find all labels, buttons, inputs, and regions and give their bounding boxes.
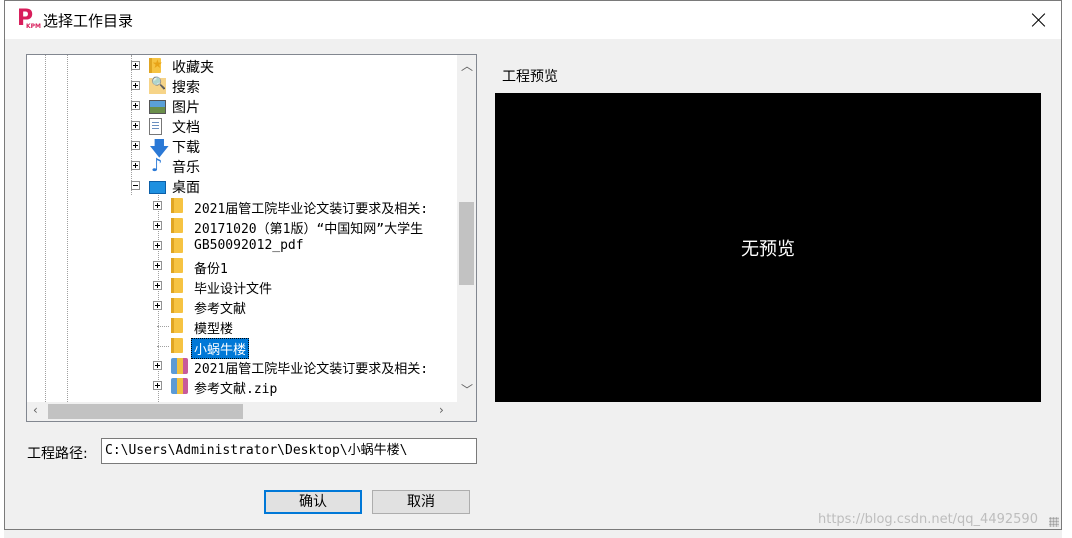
tree-item[interactable]: 小蜗牛楼 — [27, 336, 458, 359]
tree-item-label: 图片 — [172, 100, 200, 116]
scroll-right-icon[interactable]: › — [439, 403, 444, 417]
scroll-up-icon[interactable]: ︿ — [461, 57, 473, 74]
expand-plus-icon[interactable] — [131, 101, 140, 110]
desktop-icon — [149, 181, 166, 194]
tree-item-label: 备份1 — [194, 262, 228, 277]
tree-item-label: 20171020（第1版）“中国知网”大学生 — [194, 222, 424, 237]
tree-item-label: GB50092012_pdf — [194, 238, 304, 253]
documents-icon — [149, 118, 162, 135]
expand-plus-icon[interactable] — [153, 361, 162, 370]
path-input[interactable]: C:\Users\Administrator\Desktop\小蜗牛楼\ — [101, 438, 477, 464]
folder-icon — [171, 198, 183, 213]
scroll-down-icon[interactable]: ﹀ — [461, 381, 473, 398]
folder-icon — [171, 218, 183, 233]
tree-item[interactable]: 模型楼 — [27, 316, 458, 337]
downloads-arrow-icon — [149, 134, 170, 168]
tree-item[interactable]: 音乐 — [27, 155, 458, 176]
no-preview-text: 无预览 — [741, 239, 795, 260]
expand-plus-icon[interactable] — [153, 301, 162, 310]
pictures-icon — [149, 100, 166, 114]
vertical-scrollbar[interactable]: ︿ ﹀ — [457, 55, 476, 402]
preview-label: 工程预览 — [502, 69, 558, 85]
zip-archive-icon — [171, 358, 188, 374]
tree-item[interactable]: 图片 — [27, 96, 458, 116]
zip-archive-icon — [171, 378, 188, 394]
tree-item[interactable]: 2021届管工院毕业论文装订要求及相关: — [27, 356, 458, 377]
tree-branch-line — [157, 346, 169, 347]
folder-icon — [171, 238, 183, 253]
search-folder-icon — [149, 76, 166, 94]
folder-icon — [171, 338, 183, 353]
tree-item[interactable]: 下载 — [27, 134, 458, 168]
expand-plus-icon[interactable] — [131, 81, 140, 90]
tree-item[interactable]: 文档 — [27, 116, 458, 136]
expand-plus-icon[interactable] — [153, 241, 162, 250]
expand-plus-icon[interactable] — [153, 261, 162, 270]
preview-panel: 无预览 — [495, 93, 1041, 402]
tree-item-label: 文档 — [172, 120, 200, 136]
window-title: 选择工作目录 — [43, 12, 134, 30]
folder-icon — [171, 258, 183, 273]
tree-item[interactable]: GB50092012_pdf — [27, 236, 458, 256]
tree-item-label: 音乐 — [172, 160, 200, 176]
background-page-right — [1062, 0, 1072, 538]
expand-plus-icon[interactable] — [153, 281, 162, 290]
tree-item-label: 参考文献.zip — [194, 382, 278, 397]
tree-item-label: 下载 — [172, 140, 200, 156]
select-workdir-dialog: P KPM 选择工作目录 收藏夹搜索图片文档下载音乐桌面 2021届管工院毕业论文… — [4, 0, 1062, 530]
watermark-text: https://blog.csdn.net/qq_4492590 — [818, 512, 1038, 527]
tree-item-label: 搜索 — [172, 80, 200, 96]
path-label: 工程路径: — [27, 446, 88, 462]
folder-icon — [171, 298, 183, 313]
tree-item[interactable]: 备份1 — [27, 256, 458, 277]
tree-item-label: 2021届管工院毕业论文装订要求及相关: — [194, 202, 429, 217]
folder-icon — [171, 318, 183, 333]
expand-plus-icon[interactable] — [153, 201, 162, 210]
tree-item[interactable]: 毕业设计文件 — [27, 276, 458, 297]
tree-item[interactable]: 搜索 — [27, 76, 458, 96]
vertical-scroll-thumb[interactable] — [459, 202, 474, 285]
tree-item-label: 模型楼 — [194, 322, 234, 337]
favorites-star-icon — [149, 57, 163, 73]
folder-tree[interactable]: 收藏夹搜索图片文档下载音乐桌面 2021届管工院毕业论文装订要求及相关: 20171… — [26, 54, 477, 422]
tree-item-label: 参考文献 — [194, 302, 247, 317]
scroll-left-icon[interactable]: ‹ — [33, 403, 38, 417]
cancel-button[interactable]: 取消 — [372, 490, 470, 514]
folder-icon — [171, 278, 183, 293]
tree-item-label: 2021届管工院毕业论文装订要求及相关: — [194, 362, 429, 377]
scrollbar-corner — [457, 402, 476, 421]
tree-item-label: 收藏夹 — [172, 60, 214, 76]
expand-plus-icon[interactable] — [131, 121, 140, 130]
horizontal-scrollbar[interactable]: ‹ › — [27, 402, 457, 421]
expand-plus-icon[interactable] — [131, 61, 140, 70]
close-button[interactable] — [1025, 7, 1053, 33]
tree-item[interactable]: 收藏夹 — [27, 56, 458, 76]
tree-item[interactable]: 参考文献 — [27, 296, 458, 317]
tree-item[interactable]: 20171020（第1版）“中国知网”大学生 — [27, 216, 458, 237]
tree-item-label: 桌面 — [172, 180, 200, 196]
resize-grip[interactable] — [1049, 517, 1059, 527]
expand-plus-icon[interactable] — [131, 161, 140, 170]
tree-item-label: 毕业设计文件 — [194, 282, 273, 297]
expand-plus-icon[interactable] — [153, 381, 162, 390]
music-note-icon — [149, 155, 166, 176]
expand-plus-icon[interactable] — [131, 141, 140, 150]
title-bar: P KPM 选择工作目录 — [5, 1, 1061, 39]
tree-item[interactable]: 参考文献.zip — [27, 376, 458, 397]
ok-button[interactable]: 确认 — [264, 490, 362, 514]
tree-branch-line — [157, 326, 169, 327]
tree-item[interactable]: 桌面 — [27, 176, 458, 196]
horizontal-scroll-thumb[interactable] — [48, 404, 243, 419]
collapse-minus-icon[interactable] — [131, 181, 140, 190]
expand-plus-icon[interactable] — [153, 221, 162, 230]
kpm-app-icon: P KPM — [17, 6, 42, 31]
tree-item[interactable]: 2021届管工院毕业论文装订要求及相关: — [27, 196, 458, 217]
